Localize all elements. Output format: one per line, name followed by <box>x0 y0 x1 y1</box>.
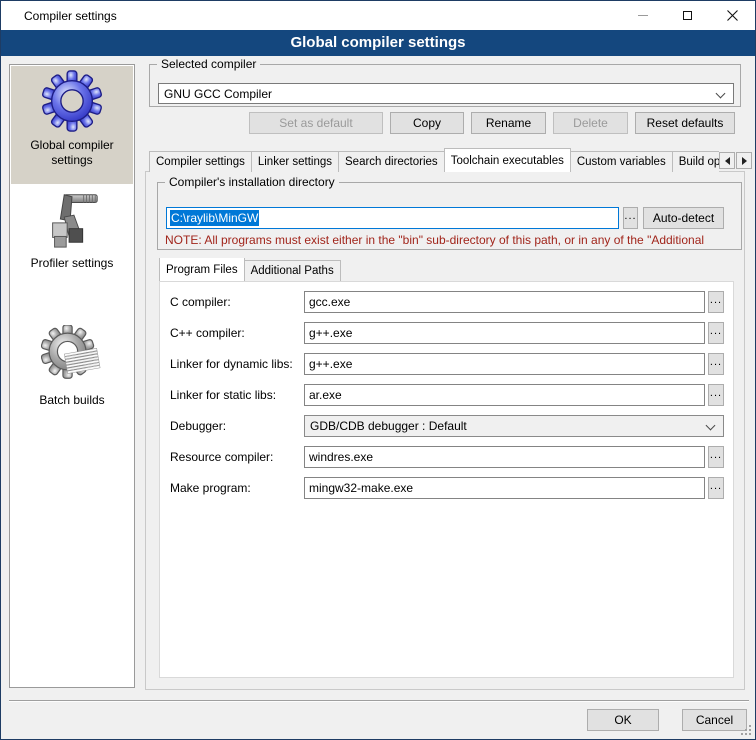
field-label: Linker for dynamic libs: <box>170 357 293 371</box>
title-bar: Compiler settings <box>1 1 755 30</box>
compiler-settings-dialog: Compiler settings Global compiler settin… <box>0 0 756 740</box>
compiler-select[interactable]: GNU GCC Compiler <box>158 83 734 104</box>
chevron-down-icon <box>706 421 716 431</box>
tab-scroll-right-button[interactable] <box>736 152 752 169</box>
delete-button[interactable]: Delete <box>553 112 628 134</box>
install-dir-input[interactable]: C:\raylib\MinGW <box>166 207 619 229</box>
arrow-right-icon <box>742 157 747 165</box>
install-dir-group: Compiler's installation directory C:\ray… <box>157 182 742 250</box>
minimize-button[interactable] <box>620 1 665 30</box>
install-dir-browse-button[interactable]: ... <box>623 207 638 229</box>
program-files-panel: C compiler: ... C++ compiler: ... Linker… <box>159 281 734 678</box>
maximize-icon <box>683 11 692 20</box>
gray-gear-papers-icon <box>41 325 103 387</box>
debugger-select-value: GDB/CDB debugger : Default <box>310 419 467 433</box>
compiler-select-value: GNU GCC Compiler <box>164 87 272 101</box>
selected-text: C:\raylib\MinGW <box>170 210 259 226</box>
ok-button[interactable]: OK <box>587 709 659 731</box>
compiler-actions: Set as default Copy Rename Delete Reset … <box>149 112 735 134</box>
tab-scroll-left-button[interactable] <box>719 152 735 169</box>
sidebar-item-label: Profiler settings <box>29 256 116 271</box>
field-label: Linker for static libs: <box>170 388 276 402</box>
rename-button[interactable]: Rename <box>471 112 546 134</box>
close-button[interactable] <box>710 1 755 30</box>
install-dir-note: NOTE: All programs must exist either in … <box>165 233 755 247</box>
maximize-button[interactable] <box>665 1 710 30</box>
blue-gear-icon <box>41 70 103 132</box>
resource-compiler-input[interactable] <box>304 446 705 468</box>
tab-scroll-controls <box>719 152 752 169</box>
tab-linker-settings[interactable]: Linker settings <box>251 151 339 172</box>
debugger-select[interactable]: GDB/CDB debugger : Default <box>304 415 724 437</box>
set-as-default-button[interactable]: Set as default <box>249 112 383 134</box>
tab-compiler-settings[interactable]: Compiler settings <box>149 151 252 172</box>
tab-build-options[interactable]: Build options <box>672 151 719 172</box>
sidebar-item-global-compiler-settings[interactable]: Global compiler settings <box>11 66 133 184</box>
resource-compiler-browse-button[interactable]: ... <box>708 446 724 468</box>
reset-defaults-button[interactable]: Reset defaults <box>635 112 735 134</box>
footer-divider <box>9 700 749 702</box>
caliper-tool-icon <box>41 188 103 250</box>
subtab-additional-paths[interactable]: Additional Paths <box>244 260 341 281</box>
group-label: Compiler's installation directory <box>165 175 339 190</box>
c-compiler-browse-button[interactable]: ... <box>708 291 724 313</box>
chevron-down-icon <box>716 89 726 99</box>
cpp-compiler-input[interactable] <box>304 322 705 344</box>
make-program-browse-button[interactable]: ... <box>708 477 724 499</box>
static-linker-input[interactable] <box>304 384 705 406</box>
tab-search-directories[interactable]: Search directories <box>338 151 445 172</box>
make-program-input[interactable] <box>304 477 705 499</box>
close-icon <box>727 10 738 21</box>
static-linker-browse-button[interactable]: ... <box>708 384 724 406</box>
selected-compiler-group: Selected compiler GNU GCC Compiler <box>149 64 741 107</box>
cancel-button[interactable]: Cancel <box>682 709 747 731</box>
arrow-left-icon <box>725 157 730 165</box>
subtab-program-files[interactable]: Program Files <box>159 258 245 281</box>
field-label: Debugger: <box>170 419 226 433</box>
minimize-icon <box>638 15 648 16</box>
sub-tab-strip: Program Files Additional Paths <box>159 258 719 281</box>
main-tab-strip: Compiler settings Linker settings Search… <box>149 148 719 172</box>
sidebar-item-batch-builds[interactable]: Batch builds <box>11 317 133 429</box>
sidebar-item-label: Global compiler settings <box>11 138 133 168</box>
field-label: Resource compiler: <box>170 450 273 464</box>
window-title: Compiler settings <box>1 9 117 23</box>
toolchain-executables-page: Compiler's installation directory C:\ray… <box>145 171 745 690</box>
resize-grip[interactable] <box>740 724 751 735</box>
field-label: C++ compiler: <box>170 326 245 340</box>
cpp-compiler-browse-button[interactable]: ... <box>708 322 724 344</box>
page-title: Global compiler settings <box>1 30 755 56</box>
tab-custom-variables[interactable]: Custom variables <box>570 151 673 172</box>
sidebar-item-profiler-settings[interactable]: Profiler settings <box>11 186 133 298</box>
copy-button[interactable]: Copy <box>390 112 464 134</box>
tab-toolchain-executables[interactable]: Toolchain executables <box>444 148 571 172</box>
dynamic-linker-browse-button[interactable]: ... <box>708 353 724 375</box>
field-label: Make program: <box>170 481 251 495</box>
sidebar-item-label: Batch builds <box>37 393 106 408</box>
auto-detect-button[interactable]: Auto-detect <box>643 207 724 229</box>
dynamic-linker-input[interactable] <box>304 353 705 375</box>
group-label: Selected compiler <box>157 57 260 72</box>
field-label: C compiler: <box>170 295 231 309</box>
c-compiler-input[interactable] <box>304 291 705 313</box>
settings-category-list: Global compiler settings <box>9 64 135 688</box>
